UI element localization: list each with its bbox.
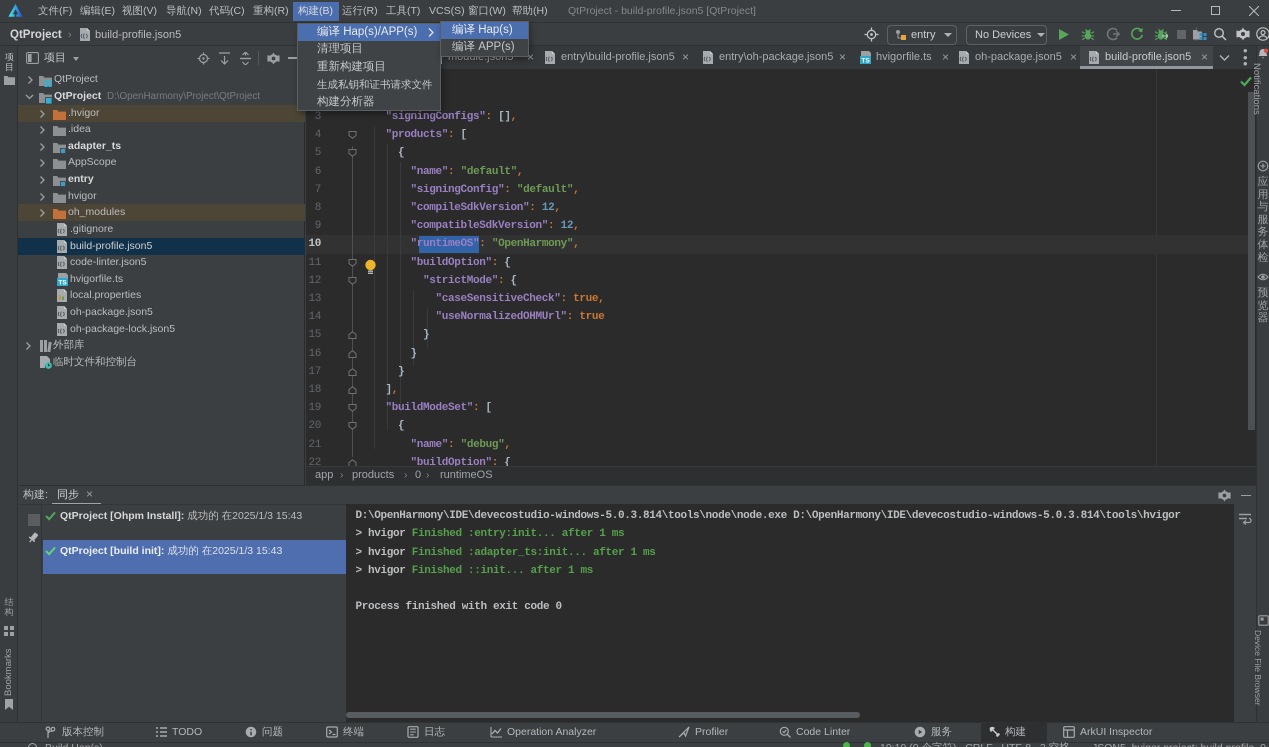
svg-text:TS: TS — [861, 58, 870, 65]
svg-text:TS: TS — [58, 280, 67, 287]
